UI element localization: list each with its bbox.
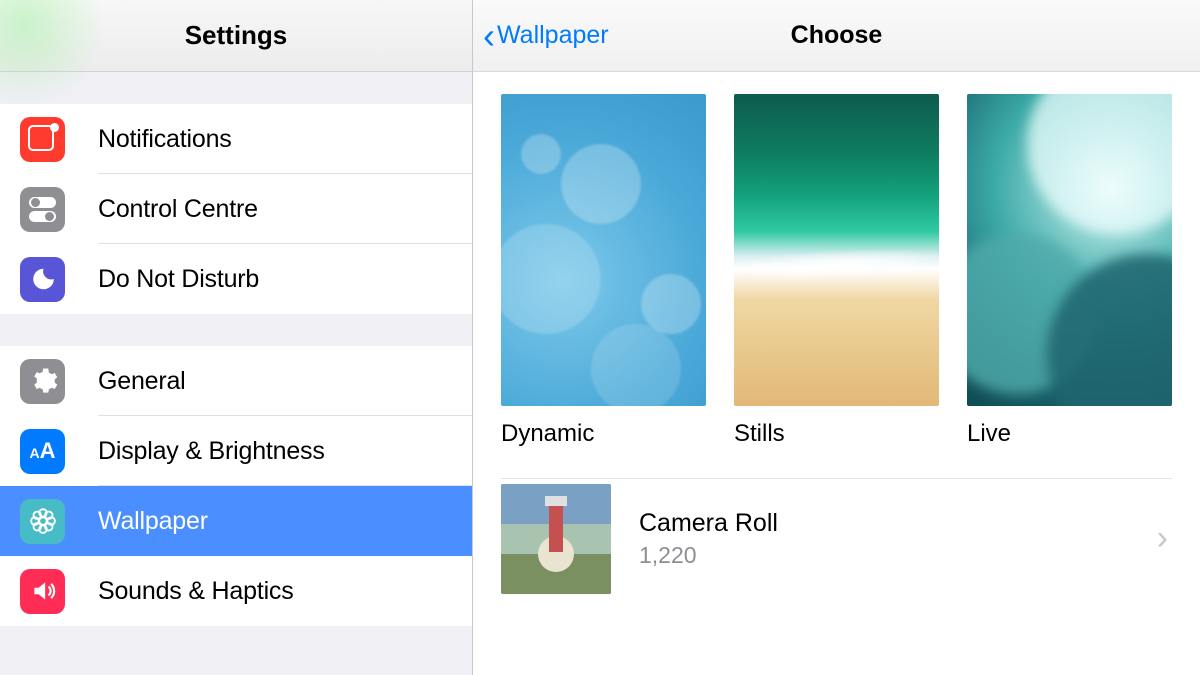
settings-sidebar: Settings Notifications Control Centre Do… [0, 0, 473, 675]
album-camera-roll[interactable]: Camera Roll 1,220 › [501, 478, 1172, 598]
sidebar-item-label: Display & Brightness [98, 437, 325, 466]
detail-header: ‹ Wallpaper Choose [473, 0, 1200, 72]
album-info: Camera Roll 1,220 [639, 509, 1157, 569]
gear-icon [20, 359, 65, 404]
sidebar-item-label: Do Not Disturb [98, 265, 259, 294]
dynamic-thumbnail [501, 94, 706, 406]
sidebar-item-wallpaper[interactable]: Wallpaper [0, 486, 472, 556]
category-dynamic[interactable]: Dynamic [501, 94, 706, 448]
sidebar-item-label: General [98, 367, 186, 396]
sidebar-spacer [0, 314, 472, 346]
sidebar-item-label: Control Centre [98, 195, 258, 224]
category-label: Dynamic [501, 420, 706, 448]
back-label: Wallpaper [497, 21, 609, 50]
sidebar-item-notifications[interactable]: Notifications [0, 104, 472, 174]
album-count: 1,220 [639, 542, 1157, 569]
notifications-icon [20, 117, 65, 162]
sidebar-item-display-brightness[interactable]: AA Display & Brightness [0, 416, 472, 486]
speaker-icon [20, 569, 65, 614]
sidebar-group-1: Notifications Control Centre Do Not Dist… [0, 104, 472, 314]
control-centre-icon [20, 187, 65, 232]
sidebar-item-label: Wallpaper [98, 507, 208, 536]
sidebar-item-label: Sounds & Haptics [98, 577, 294, 606]
category-label: Live [967, 420, 1172, 448]
sidebar-header: Settings [0, 0, 472, 72]
category-label: Stills [734, 420, 939, 448]
sidebar-item-control-centre[interactable]: Control Centre [0, 174, 472, 244]
category-live[interactable]: Live [967, 94, 1172, 448]
live-thumbnail [967, 94, 1172, 406]
category-stills[interactable]: Stills [734, 94, 939, 448]
settings-split-view: Settings Notifications Control Centre Do… [0, 0, 1200, 675]
moon-icon [20, 257, 65, 302]
sidebar-item-general[interactable]: General [0, 346, 472, 416]
sidebar-group-2: General AA Display & Brightness Wallpape… [0, 346, 472, 626]
back-button[interactable]: ‹ Wallpaper [473, 18, 609, 54]
chevron-left-icon: ‹ [483, 18, 495, 54]
text-size-icon: AA [20, 429, 65, 474]
wallpaper-categories: Dynamic Stills Live [501, 94, 1172, 448]
flower-icon [20, 499, 65, 544]
stills-thumbnail [734, 94, 939, 406]
sidebar-item-sounds-haptics[interactable]: Sounds & Haptics [0, 556, 472, 626]
detail-content: Dynamic Stills Live [473, 72, 1200, 675]
detail-pane: ‹ Wallpaper Choose Dynamic Stills [473, 0, 1200, 675]
chevron-right-icon: › [1157, 519, 1168, 558]
sidebar-title: Settings [185, 20, 288, 51]
album-name: Camera Roll [639, 509, 1157, 538]
sidebar-item-label: Notifications [98, 125, 232, 154]
sidebar-spacer [0, 72, 472, 104]
sidebar-item-do-not-disturb[interactable]: Do Not Disturb [0, 244, 472, 314]
album-thumbnail [501, 484, 611, 594]
